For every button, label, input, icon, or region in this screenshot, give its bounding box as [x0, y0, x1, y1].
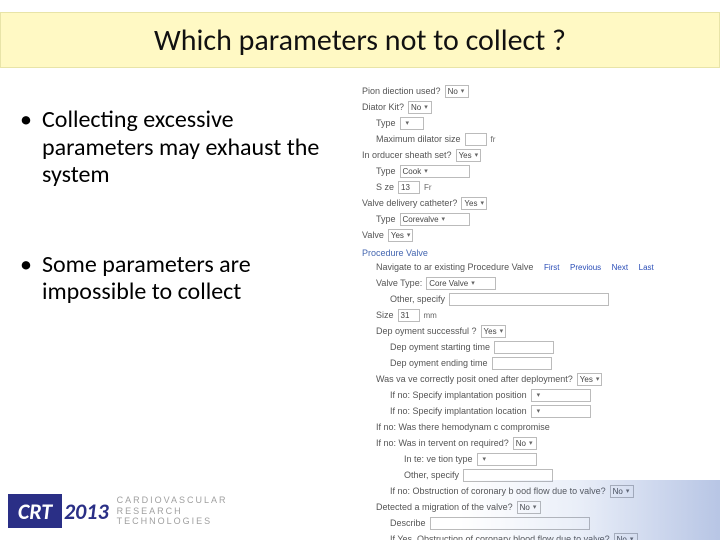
chevron-down-icon: ▾	[537, 407, 541, 415]
field-label: Dep oyment successful ?	[376, 326, 477, 336]
select[interactable]: No▾	[513, 437, 537, 450]
field-label: Maximum dilator size	[376, 134, 461, 144]
field-label: Pion diection used?	[362, 86, 441, 96]
field-label: Describe	[390, 518, 426, 528]
nav-last[interactable]: Last	[639, 263, 654, 272]
chevron-down-icon: ▾	[406, 119, 410, 127]
unit-label: fr	[491, 135, 496, 144]
select[interactable]: Yes▾	[577, 373, 603, 386]
crt-box: CRT	[8, 494, 62, 528]
field-label: Valve Type:	[376, 278, 422, 288]
chevron-down-icon: ▾	[471, 279, 475, 287]
bullet-item: Some parameters are impossible to collec…	[20, 251, 350, 306]
field-label: In orducer sheath set?	[362, 150, 452, 160]
nav-label: Navigate to ar existing Procedure Valve	[376, 262, 533, 272]
select[interactable]: No▾	[408, 101, 432, 114]
text-input[interactable]	[449, 293, 609, 306]
time-input[interactable]	[494, 341, 554, 354]
time-input[interactable]	[492, 357, 552, 370]
field-label: If no: Specify implantation location	[390, 406, 527, 416]
field-label: Type	[376, 214, 396, 224]
chevron-down-icon: ▾	[442, 215, 446, 223]
select[interactable]: ▾	[531, 389, 591, 402]
footer-logo: CRT 2013 CARDIOVASCULAR RESEARCH TECHNOL…	[8, 494, 227, 528]
field-label: S ze	[376, 182, 394, 192]
form-screenshot: Pion diection used? No▾ Diator Kit? No▾ Ty…	[362, 84, 712, 540]
field-label: Was va ve correctly posit oned after dep…	[376, 374, 573, 384]
select[interactable]: Cook▾	[400, 165, 470, 178]
field-label: If no: Specify implantation position	[390, 390, 527, 400]
text-input[interactable]: 31	[398, 309, 420, 322]
field-label: If no: Was in tervent on required?	[376, 438, 509, 448]
footer-gradient	[460, 480, 720, 540]
unit-label: mm	[424, 311, 437, 320]
select[interactable]: Corevalve▾	[400, 213, 470, 226]
chevron-down-icon: ▾	[424, 167, 428, 175]
bullet-list: Collecting excessive parameters may exha…	[20, 106, 350, 368]
field-label: Dep oyment ending time	[390, 358, 488, 368]
select[interactable]: ▾	[531, 405, 591, 418]
field-label: Diator Kit?	[362, 102, 404, 112]
text-input[interactable]	[465, 133, 487, 146]
chevron-down-icon: ▾	[424, 103, 428, 111]
select[interactable]: Yes▾	[388, 229, 414, 242]
chevron-down-icon: ▾	[500, 327, 504, 335]
chevron-down-icon: ▾	[480, 199, 484, 207]
field-label: Dep oyment starting time	[390, 342, 490, 352]
slide-title: Which parameters not to collect ?	[154, 22, 566, 59]
section-heading: Procedure Valve	[362, 248, 712, 258]
chevron-down-icon: ▾	[475, 151, 479, 159]
text-input[interactable]: 13	[398, 181, 420, 194]
field-label: Other, specify	[390, 294, 445, 304]
select[interactable]: ▾	[400, 117, 424, 130]
bullet-item: Collecting excessive parameters may exha…	[20, 106, 350, 189]
field-label: Type	[376, 118, 396, 128]
field-label: Other, specify	[404, 470, 459, 480]
chevron-down-icon: ▾	[529, 439, 533, 447]
nav-next[interactable]: Next	[612, 263, 628, 272]
nav-prev[interactable]: Previous	[570, 263, 601, 272]
select[interactable]: ▾	[477, 453, 537, 466]
field-label: Type	[376, 166, 396, 176]
chevron-down-icon: ▾	[537, 391, 541, 399]
field-label: In te: ve tion type	[404, 454, 473, 464]
field-label: If no: Was there hemodynam c compromise	[376, 422, 550, 432]
select[interactable]: No▾	[445, 85, 469, 98]
logo-subtitle: CARDIOVASCULAR RESEARCH TECHNOLOGIES	[117, 495, 228, 527]
field-label: Valve	[362, 230, 384, 240]
crt-year: 2013	[62, 498, 109, 525]
select[interactable]: Core Valve▾	[426, 277, 496, 290]
chevron-down-icon: ▾	[407, 231, 411, 239]
select[interactable]: Yes▾	[461, 197, 487, 210]
crt-logo: CRT 2013	[8, 494, 109, 528]
unit-label: Fr	[424, 183, 432, 192]
chevron-down-icon: ▾	[483, 455, 487, 463]
field-label: Size	[376, 310, 394, 320]
title-band: Which parameters not to collect ?	[0, 12, 720, 68]
chevron-down-icon: ▾	[596, 375, 600, 383]
select[interactable]: Yes▾	[481, 325, 507, 338]
slide: Which parameters not to collect ? Collec…	[0, 0, 720, 540]
chevron-down-icon: ▾	[461, 87, 465, 95]
nav-first[interactable]: First	[544, 263, 560, 272]
field-label: Valve delivery catheter?	[362, 198, 457, 208]
select[interactable]: Yes▾	[456, 149, 482, 162]
